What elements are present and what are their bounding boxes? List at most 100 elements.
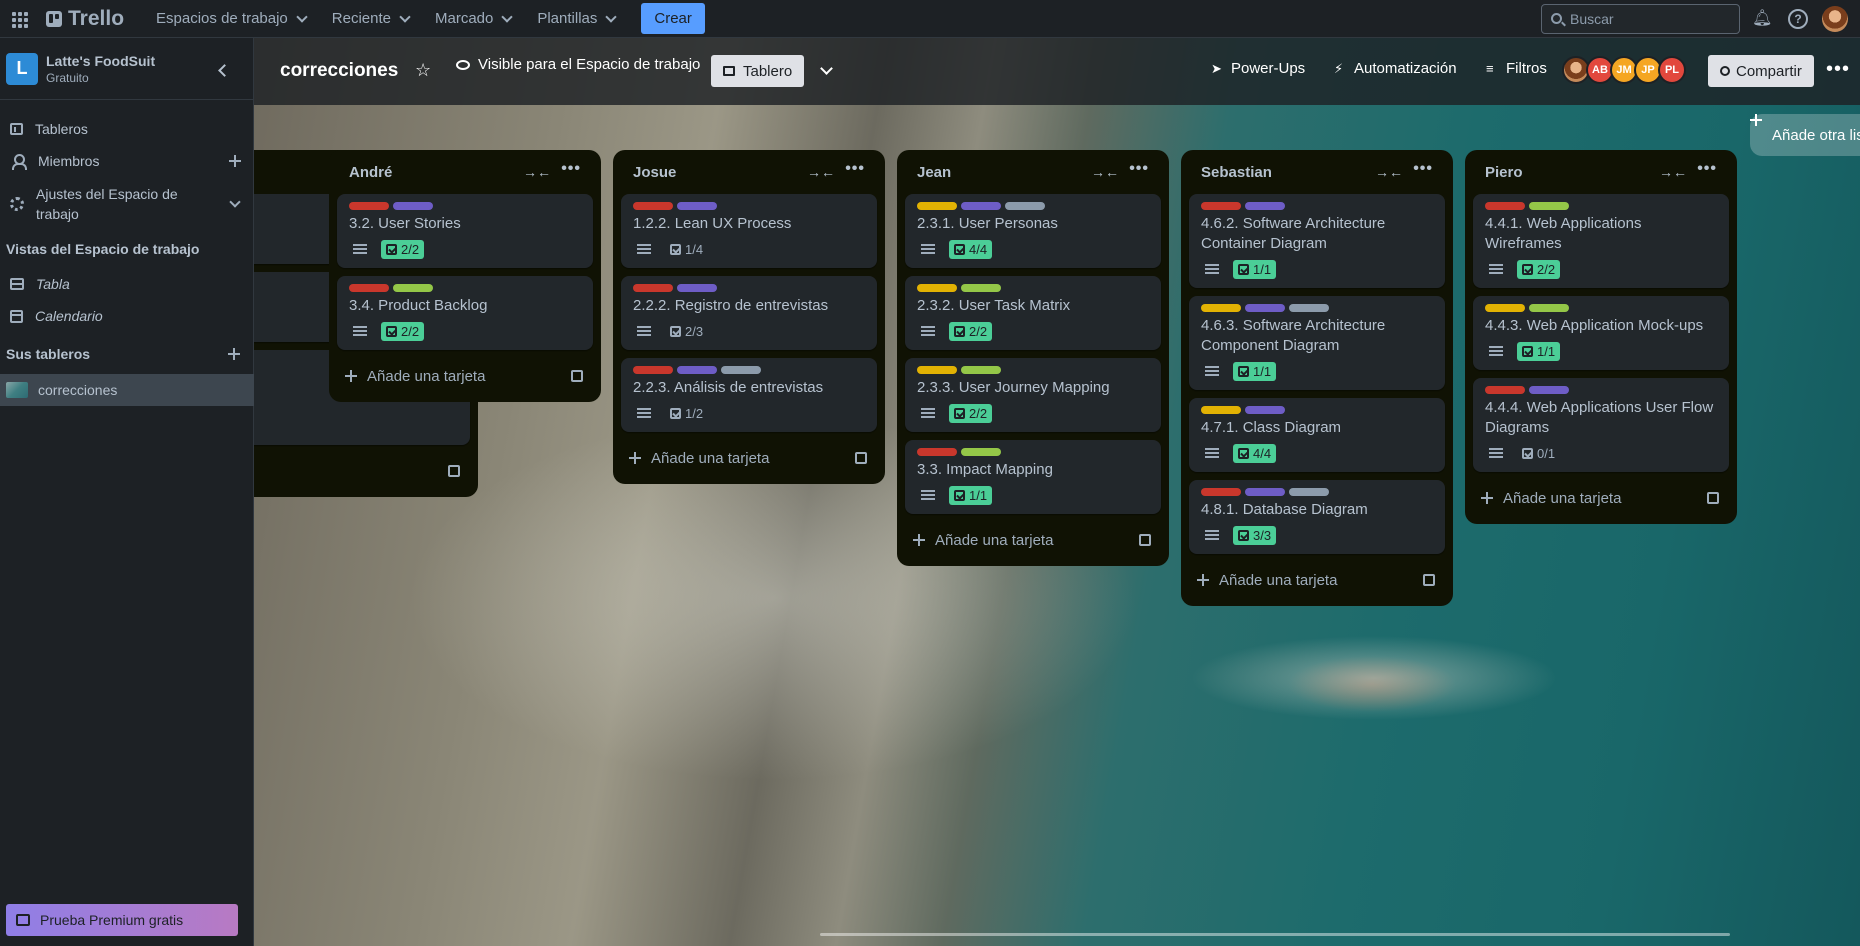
card-label-red[interactable] (349, 202, 389, 210)
sidebar-item-table-view[interactable]: Tabla (0, 271, 254, 297)
automation-button[interactable]: ⚡︎ Automatización (1334, 60, 1457, 77)
add-list-button[interactable]: Añade otra lista (1750, 114, 1860, 156)
card-label-yellow[interactable] (1485, 304, 1525, 312)
list-more-options-icon[interactable]: ••• (561, 160, 581, 178)
card-label-green[interactable] (961, 448, 1001, 456)
card[interactable]: 2.3.2. User Task Matrix 2/2 (905, 276, 1161, 350)
card-label-red[interactable] (1201, 202, 1241, 210)
card[interactable]: 2.2.2. Registro de entrevistas 2/3 (621, 276, 877, 350)
card-label-green[interactable] (961, 366, 1001, 374)
card[interactable]: 4.4.4. Web Applications User Flow Diagra… (1473, 378, 1729, 472)
card-label-yellow[interactable] (1201, 304, 1241, 312)
card-template-icon[interactable] (1139, 534, 1151, 546)
card[interactable]: 2.2.3. Análisis de entrevistas 1/2 (621, 358, 877, 432)
sidebar-board-correcciones[interactable]: correcciones (0, 374, 254, 406)
list-header[interactable]: André →← ••• (337, 150, 593, 194)
help-icon[interactable]: ? (1788, 9, 1808, 29)
workspace-badge[interactable]: L (6, 52, 38, 85)
nav-recent-menu[interactable]: Reciente (322, 4, 419, 33)
list-more-options-icon[interactable]: ••• (1413, 160, 1433, 178)
card-label-purple[interactable] (677, 366, 717, 374)
collapse-list-icon[interactable]: →← (1091, 164, 1119, 180)
card-label-gray[interactable] (1289, 304, 1329, 312)
card-label-yellow[interactable] (917, 202, 957, 210)
add-card-button[interactable]: Añade una tarjeta (337, 358, 593, 394)
horizontal-scrollbar[interactable] (820, 933, 1730, 936)
card-label-purple[interactable] (1529, 386, 1569, 394)
sidebar-item-boards[interactable]: Tableros (0, 116, 254, 142)
card-label-green[interactable] (393, 284, 433, 292)
card-label-yellow[interactable] (1201, 406, 1241, 414)
sidebar-item-calendar-view[interactable]: Calendario (0, 303, 254, 329)
card[interactable]: 4.4.3. Web Application Mock-ups 1/1 (1473, 296, 1729, 370)
add-card-button[interactable]: Añade una tarjeta (905, 522, 1161, 558)
card[interactable]: 2.3.1. User Personas 4/4 (905, 194, 1161, 268)
card-label-red[interactable] (633, 202, 673, 210)
collapse-sidebar-chevron-icon[interactable] (216, 62, 232, 78)
sidebar-item-workspace-settings[interactable]: Ajustes del Espacio de trabajo (0, 182, 254, 226)
card[interactable]: 2.3.3. User Journey Mapping 2/2 (905, 358, 1161, 432)
card-label-gray[interactable] (1289, 488, 1329, 496)
card-label-red[interactable] (633, 366, 673, 374)
card[interactable]: 4.6.2. Software Architecture Container D… (1189, 194, 1445, 288)
card-label-red[interactable] (349, 284, 389, 292)
card[interactable]: 3.4. Product Backlog 2/2 (337, 276, 593, 350)
collapse-list-icon[interactable]: →← (1659, 164, 1687, 180)
card-label-purple[interactable] (677, 284, 717, 292)
collapse-list-icon[interactable]: →← (523, 164, 551, 180)
card-label-yellow[interactable] (917, 366, 957, 374)
card-label-purple[interactable] (677, 202, 717, 210)
card-label-green[interactable] (1529, 202, 1569, 210)
chevron-down-icon[interactable] (820, 62, 833, 75)
create-board-plus-icon[interactable] (228, 348, 240, 360)
card-label-red[interactable] (633, 284, 673, 292)
card-label-purple[interactable] (1245, 488, 1285, 496)
list-title[interactable]: Josue (633, 164, 676, 181)
add-member-plus-icon[interactable] (229, 155, 241, 167)
list-header[interactable]: Sebastian →← ••• (1189, 150, 1445, 194)
card-label-purple[interactable] (1245, 202, 1285, 210)
app-switcher-icon[interactable] (12, 9, 32, 29)
add-card-button[interactable]: Añade una tarjeta (1189, 562, 1445, 598)
star-icon[interactable]: ☆ (415, 60, 431, 81)
card-label-purple[interactable] (961, 202, 1001, 210)
card-label-green[interactable] (961, 284, 1001, 292)
nav-workspaces-menu[interactable]: Espacios de trabajo (146, 4, 316, 33)
card[interactable]: 4.6.3. Software Architecture Component D… (1189, 296, 1445, 390)
collapse-list-icon[interactable]: →← (1375, 164, 1403, 180)
add-card-button[interactable]: Añade una tarjeta (621, 440, 877, 476)
card[interactable]: 4.4.1. Web Applications Wireframes 2/2 (1473, 194, 1729, 288)
premium-trial-button[interactable]: Prueba Premium gratis (6, 904, 238, 936)
more-options-icon[interactable]: ••• (1826, 58, 1850, 81)
card-template-icon[interactable] (855, 452, 867, 464)
card-label-purple[interactable] (393, 202, 433, 210)
card-label-green[interactable] (1529, 304, 1569, 312)
card-template-icon[interactable] (448, 465, 460, 477)
card-label-red[interactable] (917, 448, 957, 456)
card[interactable]: 3.2. User Stories 2/2 (337, 194, 593, 268)
search-input[interactable]: Buscar (1541, 4, 1740, 34)
board-view-button[interactable]: Tablero (711, 55, 805, 87)
nav-starred-menu[interactable]: Marcado (425, 4, 521, 33)
card-label-red[interactable] (1201, 488, 1241, 496)
card-label-red[interactable] (1485, 386, 1525, 394)
share-button[interactable]: Compartir (1708, 55, 1814, 87)
sidebar-item-members[interactable]: Miembros (0, 148, 254, 174)
card[interactable]: 4.8.1. Database Diagram 3/3 (1189, 480, 1445, 554)
board-title[interactable]: correcciones (280, 60, 398, 82)
card-template-icon[interactable] (1707, 492, 1719, 504)
create-button[interactable]: Crear (641, 3, 705, 34)
visibility-button[interactable]: Visible para el Espacio de trabajo (456, 56, 700, 73)
list-title[interactable]: Piero (1485, 164, 1523, 181)
list-header[interactable]: Piero →← ••• (1473, 150, 1729, 194)
user-avatar[interactable] (1822, 6, 1848, 32)
list-title[interactable]: André (349, 164, 392, 181)
nav-templates-menu[interactable]: Plantillas (527, 4, 625, 33)
list-title[interactable]: Sebastian (1201, 164, 1272, 181)
card-label-gray[interactable] (721, 366, 761, 374)
card-label-yellow[interactable] (917, 284, 957, 292)
card-label-purple[interactable] (1245, 406, 1285, 414)
list-more-options-icon[interactable]: ••• (1697, 160, 1717, 178)
filters-button[interactable]: ≡ Filtros (1486, 60, 1547, 77)
member-avatar[interactable]: PL (1658, 56, 1686, 84)
